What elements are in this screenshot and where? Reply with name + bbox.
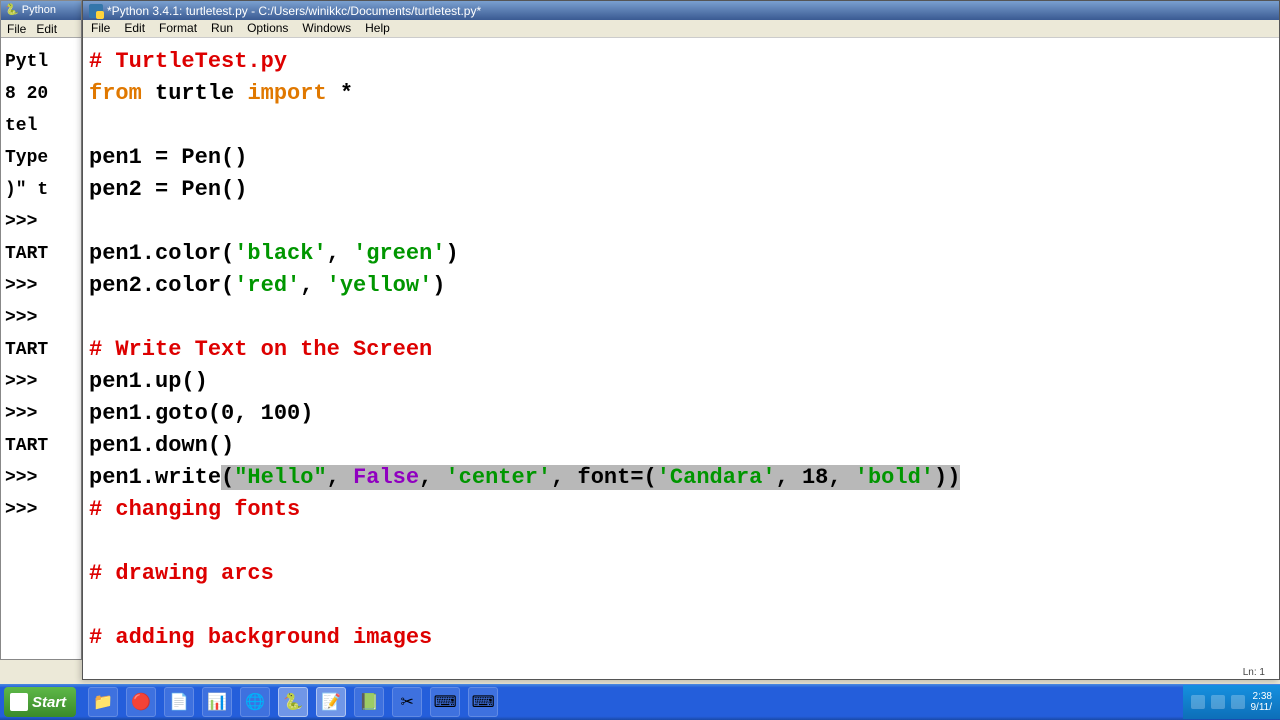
taskbar-app-notepad[interactable]: 📝 (316, 687, 346, 717)
clock-time: 2:38 (1251, 691, 1273, 702)
windows-taskbar: Start 📁 🔴 📄 📊 🌐 🐍 📝 📗 ✂ ⌨ ⌨ 2:38 9/11/ (0, 684, 1280, 720)
code-line: # drawing arcs (89, 558, 1273, 590)
code-line: from turtle import * (89, 78, 1273, 110)
code-line: pen1.up() (89, 366, 1273, 398)
shell-prompt: >>> (5, 398, 77, 430)
code-line: # adding background images (89, 622, 1273, 654)
editor-status-bar: Ln: 1 (1239, 666, 1269, 679)
taskbar-app-explorer[interactable]: 📁 (88, 687, 118, 717)
python-shell-window: 🐍 Python File Edit Pytl 8 20 tel Type )"… (0, 0, 82, 660)
shell-body[interactable]: Pytl 8 20 tel Type )" t >>> TART >>> >>>… (1, 38, 81, 534)
shell-prompt: >>> (5, 302, 77, 334)
clock-date: 9/11/ (1251, 702, 1273, 713)
shell-prompt: >>> (5, 494, 77, 526)
menu-help[interactable]: Help (365, 21, 390, 36)
shell-menu-edit[interactable]: Edit (36, 22, 57, 35)
shell-line: TART (5, 238, 77, 270)
editor-title-text: *Python 3.4.1: turtletest.py - C:/Users/… (107, 4, 481, 18)
menu-windows[interactable]: Windows (302, 21, 351, 36)
code-line (89, 110, 1273, 142)
shell-title-icon: 🐍 (5, 4, 19, 16)
tray-network-icon[interactable] (1211, 695, 1225, 709)
code-line: # TurtleTest.py (89, 46, 1273, 78)
taskbar-app-media[interactable]: 🔴 (126, 687, 156, 717)
powerpoint-icon: 📊 (207, 692, 227, 712)
shell-titlebar: 🐍 Python (1, 1, 81, 20)
code-editor-area[interactable]: # TurtleTest.py from turtle import * pen… (83, 38, 1279, 661)
taskbar-app-chrome[interactable]: 🌐 (240, 687, 270, 717)
shell-prompt: >>> (5, 366, 77, 398)
comment-text: # TurtleTest.py (89, 49, 287, 74)
menu-edit[interactable]: Edit (124, 21, 145, 36)
code-line: pen2 = Pen() (89, 174, 1273, 206)
taskbar-apps: 📁 🔴 📄 📊 🌐 🐍 📝 📗 ✂ ⌨ ⌨ (88, 687, 498, 717)
code-line: pen2.color('red', 'yellow') (89, 270, 1273, 302)
shell-line: TART (5, 334, 77, 366)
scissors-icon: ✂ (400, 692, 413, 712)
shell-menubar: File Edit (1, 20, 81, 38)
taskbar-app-doc[interactable]: 📄 (164, 687, 194, 717)
taskbar-app-excel[interactable]: 📗 (354, 687, 384, 717)
shell-line: Pytl (5, 46, 77, 78)
code-line: pen1.write("Hello", False, 'center', fon… (89, 462, 1273, 494)
python-icon: 🐍 (283, 692, 303, 712)
media-icon: 🔴 (131, 692, 151, 712)
terminal-icon: ⌨ (472, 692, 495, 712)
menu-run[interactable]: Run (211, 21, 233, 36)
code-line: pen1.goto(0, 100) (89, 398, 1273, 430)
code-line: # changing fonts (89, 494, 1273, 526)
code-line: pen1 = Pen() (89, 142, 1273, 174)
tray-chevron-icon[interactable] (1191, 695, 1205, 709)
taskbar-app-terminal-2[interactable]: ⌨ (468, 687, 498, 717)
document-icon: 📄 (169, 692, 189, 712)
python-icon (89, 4, 103, 18)
shell-prompt: >>> (5, 462, 77, 494)
chrome-icon: 🌐 (245, 692, 265, 712)
start-button[interactable]: Start (4, 687, 76, 717)
shell-line: Type (5, 142, 77, 174)
system-tray: 2:38 9/11/ (1183, 685, 1280, 719)
shell-line: tel (5, 110, 77, 142)
shell-title-text: Python (22, 4, 56, 16)
code-line (89, 206, 1273, 238)
folder-icon: 📁 (93, 692, 113, 712)
code-line (89, 526, 1273, 558)
tray-clock[interactable]: 2:38 9/11/ (1251, 691, 1273, 713)
start-label: Start (32, 694, 66, 711)
code-line (89, 590, 1273, 622)
code-line: pen1.color('black', 'green') (89, 238, 1273, 270)
idle-editor-window: *Python 3.4.1: turtletest.py - C:/Users/… (82, 0, 1280, 680)
taskbar-app-powerpoint[interactable]: 📊 (202, 687, 232, 717)
windows-logo-icon (10, 693, 28, 711)
shell-prompt: >>> (5, 206, 77, 238)
notepad-icon: 📝 (321, 692, 341, 712)
editor-titlebar[interactable]: *Python 3.4.1: turtletest.py - C:/Users/… (83, 1, 1279, 20)
editor-menubar: File Edit Format Run Options Windows Hel… (83, 20, 1279, 38)
taskbar-app-python[interactable]: 🐍 (278, 687, 308, 717)
terminal-icon: ⌨ (434, 692, 457, 712)
taskbar-app-terminal[interactable]: ⌨ (430, 687, 460, 717)
menu-format[interactable]: Format (159, 21, 197, 36)
code-line (89, 302, 1273, 334)
excel-icon: 📗 (359, 692, 379, 712)
taskbar-app-snip[interactable]: ✂ (392, 687, 422, 717)
shell-line: )" t (5, 174, 77, 206)
shell-prompt: >>> (5, 270, 77, 302)
shell-line: TART (5, 430, 77, 462)
code-line: pen1.down() (89, 430, 1273, 462)
tray-volume-icon[interactable] (1231, 695, 1245, 709)
code-line: # Write Text on the Screen (89, 334, 1273, 366)
menu-options[interactable]: Options (247, 21, 288, 36)
menu-file[interactable]: File (91, 21, 110, 36)
shell-menu-file[interactable]: File (7, 22, 26, 35)
shell-line: 8 20 (5, 78, 77, 110)
